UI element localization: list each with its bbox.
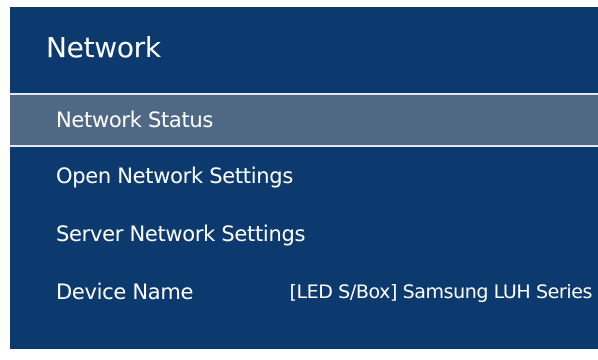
menu-list: Network Status Open Network Settings Ser… [10, 93, 598, 321]
menu-item-label: Device Name [56, 280, 194, 304]
menu-item-network-status[interactable]: Network Status [10, 93, 598, 147]
menu-item-label: Open Network Settings [56, 164, 293, 188]
menu-item-label: Server Network Settings [56, 222, 306, 246]
menu-item-device-name[interactable]: Device Name [LED S/Box] Samsung LUH Seri… [10, 263, 598, 321]
menu-item-label: Network Status [56, 108, 214, 132]
device-name-value: [LED S/Box] Samsung LUH Series [289, 281, 592, 303]
menu-title: Network [46, 31, 161, 64]
menu-item-server-network-settings[interactable]: Server Network Settings [10, 205, 598, 263]
menu-item-open-network-settings[interactable]: Open Network Settings [10, 147, 598, 205]
network-menu-panel: Network Network Status Open Network Sett… [10, 7, 598, 349]
